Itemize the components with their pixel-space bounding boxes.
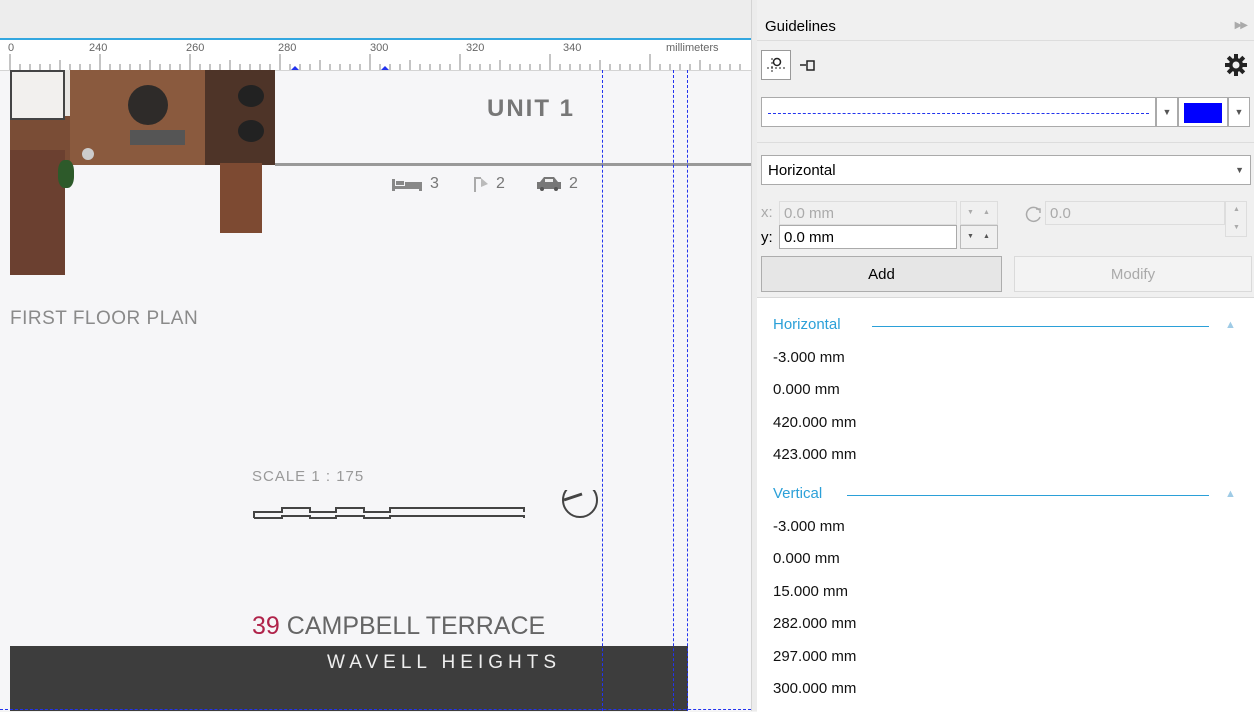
modify-guideline-button[interactable]: Modify xyxy=(1014,256,1252,292)
guidelines-panel: Guidelines ▶▶ ▼ ▼ Horizontal ▼ x: 0.0 mm… xyxy=(757,0,1254,712)
bedrooms-count: 3 xyxy=(430,175,439,192)
ruler-tick-label: 320 xyxy=(466,42,485,54)
color-swatch xyxy=(1184,103,1222,123)
vertical-guideline[interactable] xyxy=(687,70,688,711)
lamp xyxy=(82,148,94,160)
color-dropdown-arrow[interactable]: ▼ xyxy=(1228,97,1250,127)
sofa xyxy=(130,130,185,145)
group-divider xyxy=(847,495,1209,496)
panel-expand-icon[interactable]: ▶▶ xyxy=(1235,20,1248,31)
collapse-icon[interactable]: ▲ xyxy=(1225,488,1236,500)
scale-label: SCALE 1 : 175 xyxy=(252,468,365,485)
chair xyxy=(238,120,264,142)
round-rug xyxy=(128,85,168,125)
x-label: x: xyxy=(761,204,773,221)
ruler-units-label: millimeters xyxy=(666,42,719,54)
shower-icon xyxy=(474,177,488,192)
guideline-type-value: Horizontal xyxy=(768,162,836,179)
group-header-horizontal[interactable]: Horizontal xyxy=(773,316,841,333)
rotation-icon xyxy=(1025,206,1041,223)
bed-icon xyxy=(392,179,422,191)
vertical-guideline[interactable] xyxy=(673,70,674,711)
title-divider xyxy=(757,40,1254,41)
bathrooms-feature: 2 xyxy=(472,175,505,193)
panel-options-button[interactable] xyxy=(1219,50,1253,80)
x-coordinate-field: 0.0 mm xyxy=(779,201,957,225)
list-item[interactable]: -3.000 mm xyxy=(773,349,845,366)
angle-field: 0.0 xyxy=(1045,201,1225,225)
ruler-tick-label: 340 xyxy=(563,42,582,54)
guideline-color-picker[interactable] xyxy=(1178,97,1228,127)
list-item[interactable]: 0.000 mm xyxy=(773,550,840,567)
gear-icon xyxy=(1225,54,1247,76)
guide-preset-button[interactable] xyxy=(761,50,791,80)
guideline-view-icon xyxy=(767,57,785,74)
list-item[interactable]: 423.000 mm xyxy=(773,446,856,463)
unit-title: UNIT 1 xyxy=(487,95,576,122)
car-icon xyxy=(537,177,561,191)
list-item[interactable]: 15.000 mm xyxy=(773,583,848,600)
line-style-dropdown-arrow[interactable]: ▼ xyxy=(1156,97,1178,127)
scale-bar xyxy=(253,490,598,519)
parking-feature: 2 xyxy=(535,175,578,193)
snap-to-guideline-button[interactable] xyxy=(793,50,823,80)
list-item[interactable]: 282.000 mm xyxy=(773,615,856,632)
y-coordinate-field[interactable]: 0.0 mm xyxy=(779,225,957,249)
unit-underline xyxy=(275,163,751,166)
group-divider xyxy=(872,326,1209,327)
horizontal-ruler[interactable]: 0 240 260 280 300 320 340 millimeters xyxy=(0,0,751,71)
horizontal-guideline[interactable] xyxy=(0,709,751,710)
ruler-scale: 0 240 260 280 300 320 340 millimeters xyxy=(0,40,751,71)
street-address: 39 CAMPBELL TERRACE xyxy=(252,612,545,641)
y-label: y: xyxy=(761,229,773,246)
guideline-type-select[interactable]: Horizontal ▼ xyxy=(761,155,1251,185)
street-name: CAMPBELL TERRACE xyxy=(286,612,546,640)
ruler-tick-label: 300 xyxy=(370,42,389,54)
ruler-tick-label: 0 xyxy=(8,42,15,54)
floor-plan-label: FIRST FLOOR PLAN xyxy=(10,308,199,329)
suburb-label: WAVELL HEIGHTS xyxy=(327,652,561,673)
add-guideline-button[interactable]: Add xyxy=(761,256,1002,292)
ruler-header-bar xyxy=(0,0,751,40)
bathroom-room xyxy=(10,70,65,120)
street-number: 39 xyxy=(252,612,280,640)
list-item[interactable]: 297.000 mm xyxy=(773,648,856,665)
panel-title: Guidelines xyxy=(765,18,836,35)
guideline-snap-icon xyxy=(800,60,815,71)
dashed-line-preview xyxy=(768,113,1149,114)
guidelines-list[interactable]: Horizontal ▲ -3.000 mm 0.000 mm 420.000 … xyxy=(757,297,1254,712)
section-divider xyxy=(757,142,1254,143)
x-spinner: ▼ ▲ xyxy=(960,201,998,225)
document-canvas[interactable]: 0 240 260 280 300 320 340 millimeters UN… xyxy=(0,0,751,711)
list-item[interactable]: -3.000 mm xyxy=(773,518,845,535)
list-item[interactable]: 300.000 mm xyxy=(773,680,856,697)
ruler-tick-label: 260 xyxy=(186,42,205,54)
ruler-tick-label: 280 xyxy=(278,42,297,54)
angle-spinner: ▲ ▼ xyxy=(1225,201,1247,237)
parking-count: 2 xyxy=(569,175,578,192)
list-item[interactable]: 0.000 mm xyxy=(773,381,840,398)
plant xyxy=(58,160,74,188)
list-item[interactable]: 420.000 mm xyxy=(773,414,856,431)
chair xyxy=(238,85,264,107)
bedrooms-feature: 3 xyxy=(390,175,439,193)
vertical-guideline[interactable] xyxy=(602,70,603,711)
collapse-icon[interactable]: ▲ xyxy=(1225,319,1236,331)
line-style-picker[interactable] xyxy=(761,97,1156,127)
chevron-down-icon: ▼ xyxy=(1235,165,1244,175)
bathrooms-count: 2 xyxy=(496,175,505,192)
ruler-tick-label: 240 xyxy=(89,42,108,54)
y-spinner[interactable]: ▼ ▲ xyxy=(960,225,998,249)
group-header-vertical[interactable]: Vertical xyxy=(773,485,822,502)
